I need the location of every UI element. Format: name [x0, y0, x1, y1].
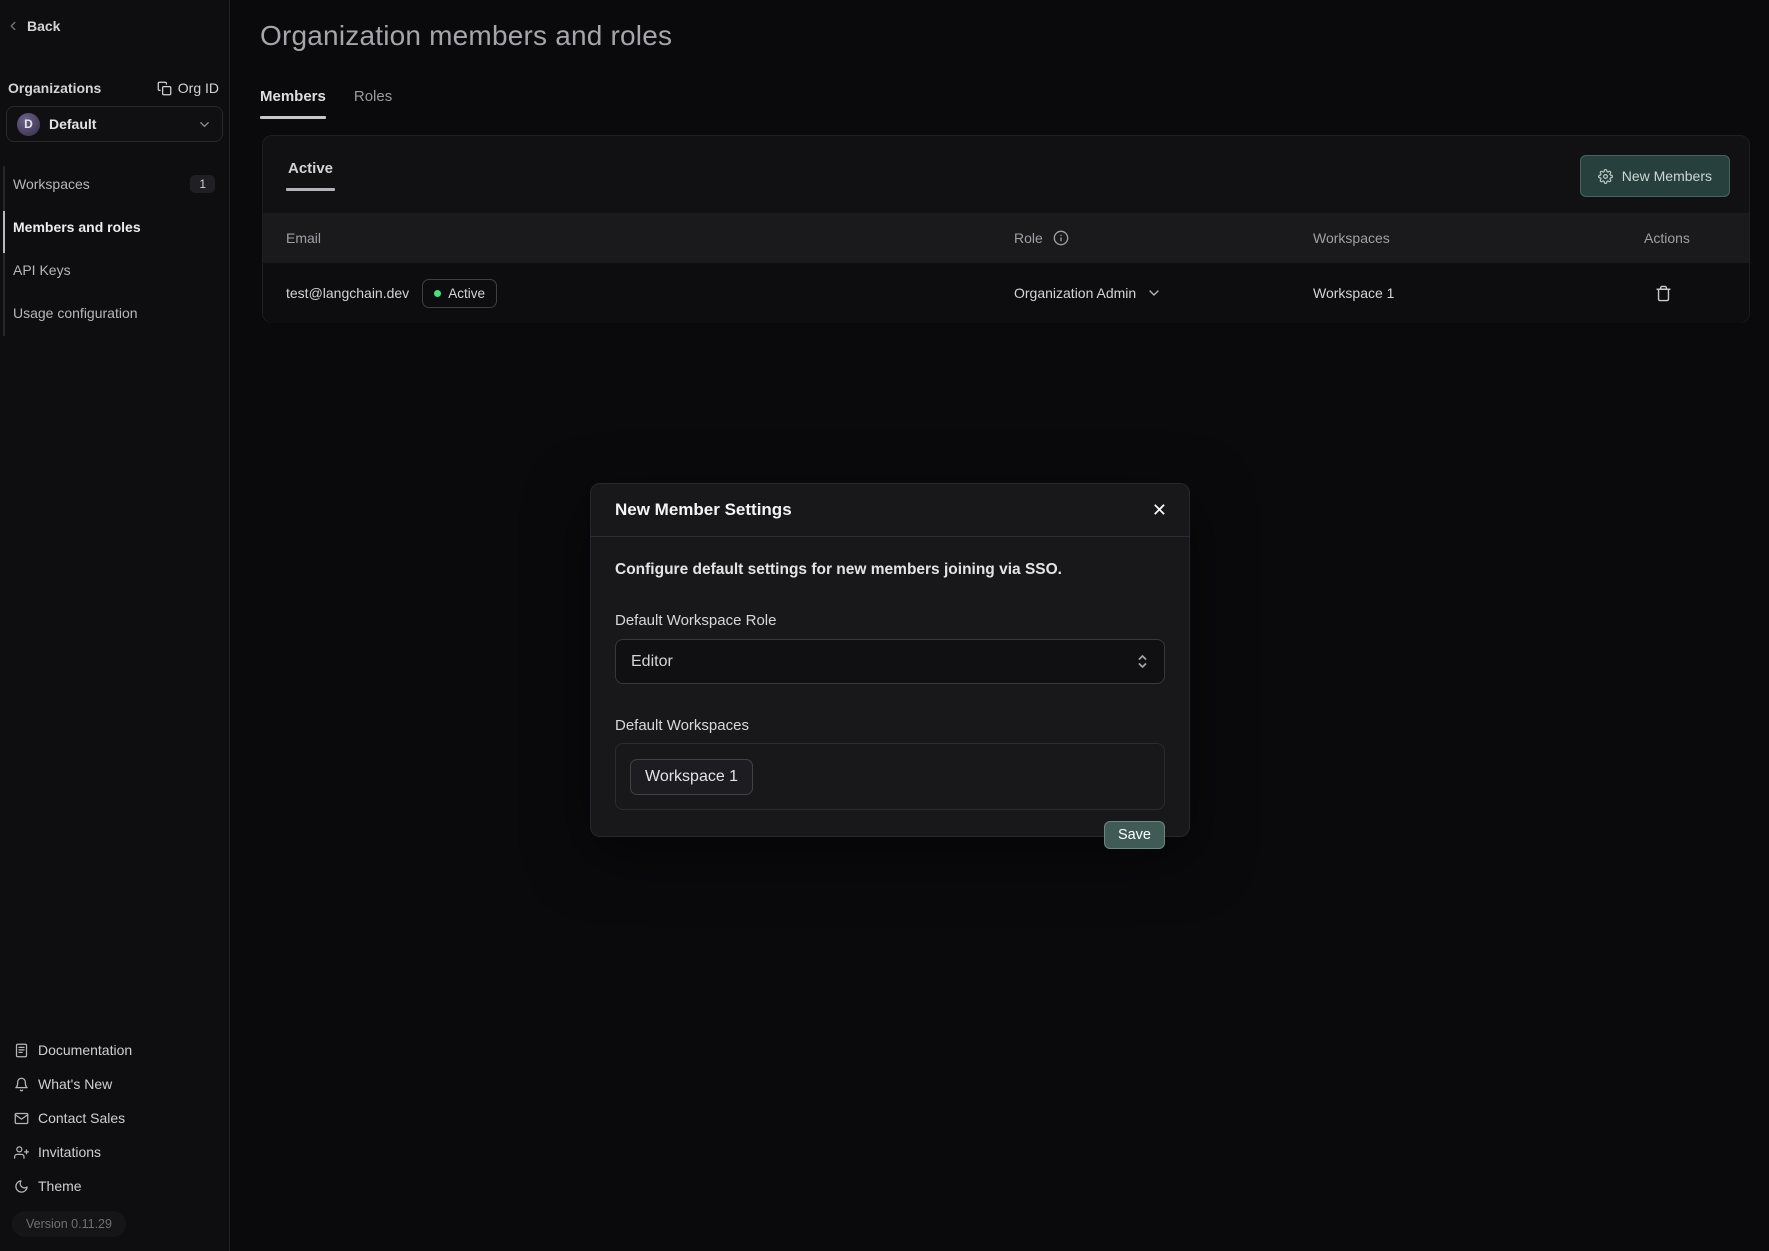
bell-icon — [14, 1077, 29, 1092]
nav-item-label: Members and roles — [13, 219, 141, 235]
org-id-label: Org ID — [178, 80, 219, 96]
status-badge: Active — [422, 279, 497, 308]
chevron-down-icon — [197, 117, 212, 132]
sidebar-footer: Documentation What's New Contact Sales I… — [0, 1033, 229, 1237]
tab-roles[interactable]: Roles — [354, 88, 392, 117]
default-workspaces-label: Default Workspaces — [615, 717, 1165, 734]
select-chevrons-icon — [1136, 653, 1149, 670]
nav-item-label: Workspaces — [13, 176, 90, 192]
copy-icon — [157, 81, 172, 96]
trash-icon — [1655, 285, 1672, 302]
new-members-button[interactable]: New Members — [1580, 155, 1730, 197]
info-icon[interactable] — [1053, 230, 1069, 246]
status-label: Active — [448, 286, 485, 301]
mail-icon — [14, 1111, 29, 1126]
footer-item-theme[interactable]: Theme — [8, 1169, 221, 1203]
save-button[interactable]: Save — [1104, 821, 1165, 849]
nav-rail-active-indicator — [3, 211, 5, 253]
org-avatar: D — [17, 113, 40, 136]
table-row: test@langchain.dev Active Organization A… — [263, 263, 1749, 323]
header-actions: Actions — [1644, 230, 1690, 246]
new-members-label: New Members — [1622, 168, 1712, 184]
organizations-section-label: Organizations — [8, 80, 101, 96]
org-name: Default — [49, 116, 188, 132]
table-header: Email Role Workspaces Actions — [263, 213, 1749, 263]
close-icon[interactable]: ✕ — [1152, 501, 1167, 519]
workspace-chip[interactable]: Workspace 1 — [630, 759, 753, 795]
chevron-down-icon — [1146, 285, 1162, 301]
header-email: Email — [286, 230, 321, 246]
gear-icon — [1598, 169, 1613, 184]
delete-member-button[interactable] — [1655, 285, 1672, 302]
new-member-settings-modal: New Member Settings ✕ Configure default … — [590, 483, 1190, 837]
version-badge: Version 0.11.29 — [12, 1211, 126, 1237]
tab-members[interactable]: Members — [260, 88, 326, 117]
org-id-button[interactable]: Org ID — [157, 80, 219, 96]
header-workspaces: Workspaces — [1313, 230, 1390, 246]
member-email: test@langchain.dev — [286, 285, 409, 301]
status-dot-icon — [434, 290, 441, 297]
sidebar-item-api-keys[interactable]: API Keys — [0, 248, 229, 291]
member-workspaces: Workspace 1 — [1313, 285, 1394, 301]
members-panel: Active New Members Email Role Workspaces… — [262, 135, 1750, 323]
documentation-icon — [14, 1043, 29, 1058]
footer-item-invitations[interactable]: Invitations — [8, 1135, 221, 1169]
header-role: Role — [1014, 230, 1043, 246]
selected-role: Editor — [631, 653, 673, 671]
sidebar-item-usage-configuration[interactable]: Usage configuration — [0, 291, 229, 334]
workspaces-count-badge: 1 — [190, 175, 215, 193]
role-dropdown[interactable]: Organization Admin — [1014, 285, 1162, 301]
nav-item-label: Usage configuration — [13, 305, 138, 321]
sidebar-item-members-and-roles[interactable]: Members and roles — [0, 205, 229, 248]
moon-icon — [14, 1179, 29, 1194]
footer-item-whats-new[interactable]: What's New — [8, 1067, 221, 1101]
modal-title: New Member Settings — [615, 500, 792, 520]
footer-item-label: Documentation — [38, 1042, 132, 1058]
sidebar-item-workspaces[interactable]: Workspaces 1 — [0, 162, 229, 205]
page-tabs: Members Roles — [260, 88, 392, 117]
page-title: Organization members and roles — [260, 20, 672, 52]
back-button[interactable]: Back — [0, 0, 229, 34]
footer-item-label: Invitations — [38, 1144, 101, 1160]
back-label: Back — [27, 18, 60, 34]
sidebar: Back Organizations Org ID D Default Work… — [0, 0, 230, 1251]
role-value: Organization Admin — [1014, 285, 1136, 301]
sidebar-nav: Workspaces 1 Members and roles API Keys … — [0, 162, 229, 334]
chevron-left-icon — [6, 19, 20, 33]
organization-selector[interactable]: D Default — [6, 106, 223, 142]
modal-description: Configure default settings for new membe… — [615, 561, 1165, 579]
footer-item-documentation[interactable]: Documentation — [8, 1033, 221, 1067]
footer-item-label: Theme — [38, 1178, 82, 1194]
nav-item-label: API Keys — [13, 262, 71, 278]
footer-item-contact-sales[interactable]: Contact Sales — [8, 1101, 221, 1135]
user-plus-icon — [14, 1145, 29, 1160]
footer-item-label: What's New — [38, 1076, 112, 1092]
app-window: Back Organizations Org ID D Default Work… — [0, 0, 1769, 1251]
footer-item-label: Contact Sales — [38, 1110, 125, 1126]
tab-active[interactable]: Active — [288, 160, 333, 191]
default-workspaces-input[interactable]: Workspace 1 — [615, 743, 1165, 810]
default-workspace-role-label: Default Workspace Role — [615, 612, 1165, 629]
default-workspace-role-select[interactable]: Editor — [615, 639, 1165, 684]
